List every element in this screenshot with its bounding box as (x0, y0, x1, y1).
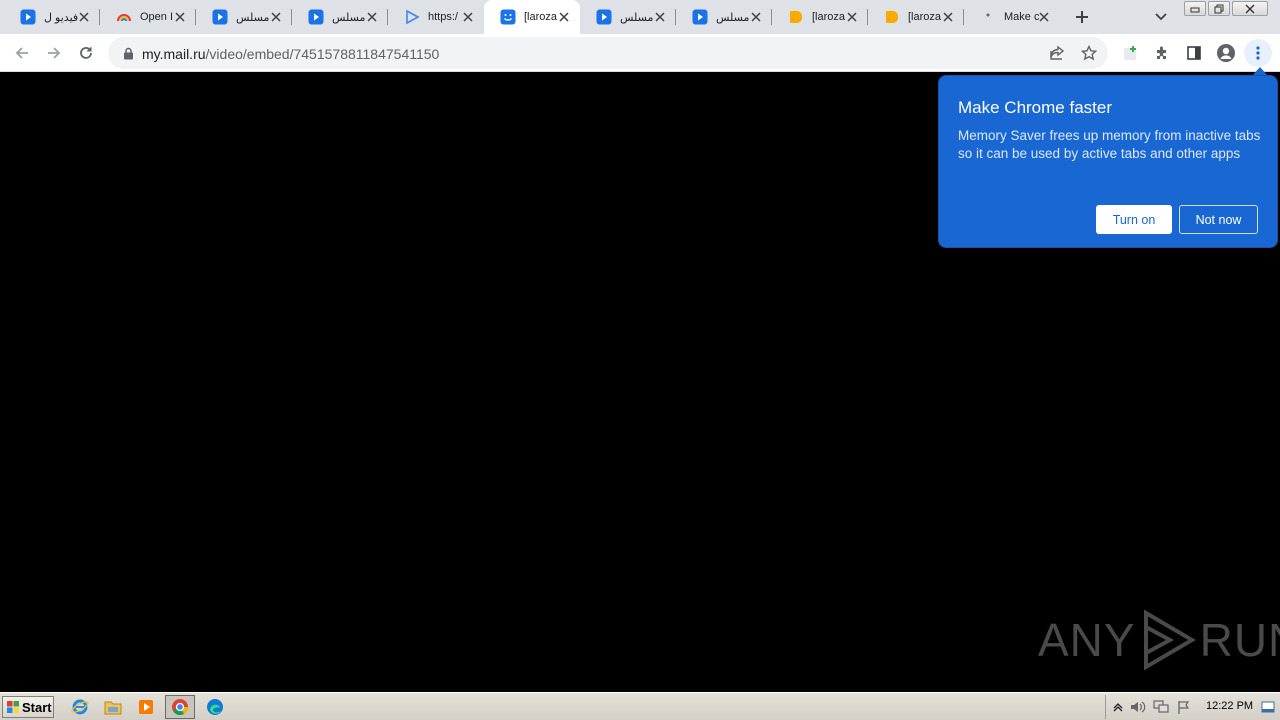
back-button[interactable] (10, 41, 34, 65)
new-tab-button[interactable] (1072, 7, 1092, 27)
tab-close-icon[interactable] (172, 9, 188, 25)
watermark-left-text: ANY (1038, 614, 1136, 666)
rainbow-icon (116, 9, 132, 25)
tab-0[interactable]: فيديو ل (4, 0, 100, 34)
smile-icon (500, 9, 516, 25)
dot-icon (980, 9, 996, 25)
tab-9[interactable]: [laroza (868, 0, 964, 34)
arrow-left-icon (15, 47, 28, 59)
extensions-puzzle-icon[interactable] (1151, 42, 1173, 64)
turn-on-button[interactable]: Turn on (1096, 205, 1172, 234)
show-desktop-icon[interactable] (1260, 699, 1276, 715)
chevron-down-icon (1155, 13, 1167, 21)
reload-button[interactable] (74, 41, 98, 65)
url-path: /video/embed/7451578811847541150 (205, 46, 440, 62)
restore-button[interactable] (1208, 1, 1230, 16)
tab-10[interactable]: Make c (964, 0, 1060, 34)
tab-1[interactable]: Open I (100, 0, 196, 34)
network-icon[interactable] (1153, 699, 1169, 715)
restore-icon (1214, 4, 1224, 13)
windows-flag-icon (7, 701, 19, 713)
tab-6[interactable]: مسلس (580, 0, 676, 34)
play-icon (692, 9, 708, 25)
url-text[interactable]: my.mail.ru/video/embed/74515788118475411… (142, 46, 439, 62)
chrome-menu-button[interactable] (1244, 39, 1272, 67)
start-button[interactable]: Start (2, 696, 54, 718)
volume-icon[interactable] (1130, 699, 1146, 715)
play-icon (308, 9, 324, 25)
play-icon (596, 9, 612, 25)
tab-close-icon[interactable] (940, 9, 956, 25)
tab-close-icon[interactable] (844, 9, 860, 25)
play-triangle-logo-icon (1143, 609, 1196, 671)
plus-icon (1076, 11, 1088, 23)
tab-close-icon[interactable] (364, 9, 380, 25)
tab-close-icon[interactable] (748, 9, 764, 25)
orange-icon (788, 9, 804, 25)
browser-toolbar: my.mail.ru/video/embed/74515788118475411… (0, 34, 1280, 72)
taskbar-clock[interactable]: 12:22 PM (1206, 700, 1253, 712)
chrome-taskbar-icon[interactable] (165, 695, 195, 719)
profile-avatar-icon[interactable] (1215, 42, 1237, 64)
url-host: my.mail.ru (142, 46, 206, 62)
tab-strip: فيديو ل Open I مسلس مسلس https:/[laroza مسلس م… (0, 0, 1280, 34)
tab-2[interactable]: مسلس (196, 0, 292, 34)
tab-search-button[interactable] (1152, 8, 1170, 26)
action-center-flag-icon[interactable] (1176, 699, 1192, 715)
close-window-button[interactable] (1232, 1, 1268, 16)
close-icon (1245, 4, 1255, 13)
tab-close-icon[interactable] (1036, 9, 1052, 25)
tab-4[interactable]: https:/ (388, 0, 484, 34)
tray-expand-icon[interactable] (1110, 699, 1126, 715)
promo-title: Make Chrome faster (958, 98, 1112, 117)
minimize-icon (1190, 7, 1200, 12)
reload-icon (80, 47, 92, 59)
system-tray: 12:22 PM (1105, 695, 1278, 719)
not-now-button[interactable]: Not now (1179, 205, 1258, 234)
lock-icon[interactable] (120, 45, 136, 61)
share-icon[interactable] (1048, 44, 1066, 62)
kebab-menu-icon (1256, 46, 1260, 60)
file-explorer-icon[interactable] (103, 697, 123, 717)
tab-close-icon[interactable] (460, 9, 476, 25)
minimize-button[interactable] (1184, 1, 1206, 16)
memory-saver-promo-bubble: Make Chrome faster Memory Saver frees up… (938, 75, 1278, 248)
tab-close-icon[interactable] (556, 9, 572, 25)
address-bar[interactable]: my.mail.ru/video/embed/74515788118475411… (108, 37, 1108, 69)
forward-button[interactable] (42, 41, 66, 65)
play-icon (212, 9, 228, 25)
play-icon (20, 9, 36, 25)
tab-8[interactable]: [laroza (772, 0, 868, 34)
tab-close-icon[interactable] (76, 9, 92, 25)
promo-body: Memory Saver frees up memory from inacti… (958, 128, 1261, 161)
watermark-right-text: RUN (1199, 614, 1280, 666)
tab-3[interactable]: مسلس (292, 0, 388, 34)
play-outline-icon (404, 9, 420, 25)
edge-icon[interactable] (205, 697, 225, 717)
anyrun-watermark: ANY RUN (1038, 608, 1280, 672)
side-panel-icon[interactable] (1183, 42, 1205, 64)
orange-icon (884, 9, 900, 25)
media-player-icon[interactable] (136, 697, 156, 717)
arrow-right-icon (48, 47, 61, 59)
bookmark-star-icon[interactable] (1080, 44, 1098, 62)
start-label: Start (22, 699, 52, 715)
tab-5[interactable]: [laroza (484, 0, 580, 34)
tab-close-icon[interactable] (652, 9, 668, 25)
extension-plus-icon[interactable] (1120, 42, 1142, 64)
windows-taskbar: Start 12:22 PM (0, 692, 1280, 720)
tab-close-icon[interactable] (268, 9, 284, 25)
internet-explorer-icon[interactable] (70, 697, 90, 717)
tab-7[interactable]: مسلس (676, 0, 772, 34)
